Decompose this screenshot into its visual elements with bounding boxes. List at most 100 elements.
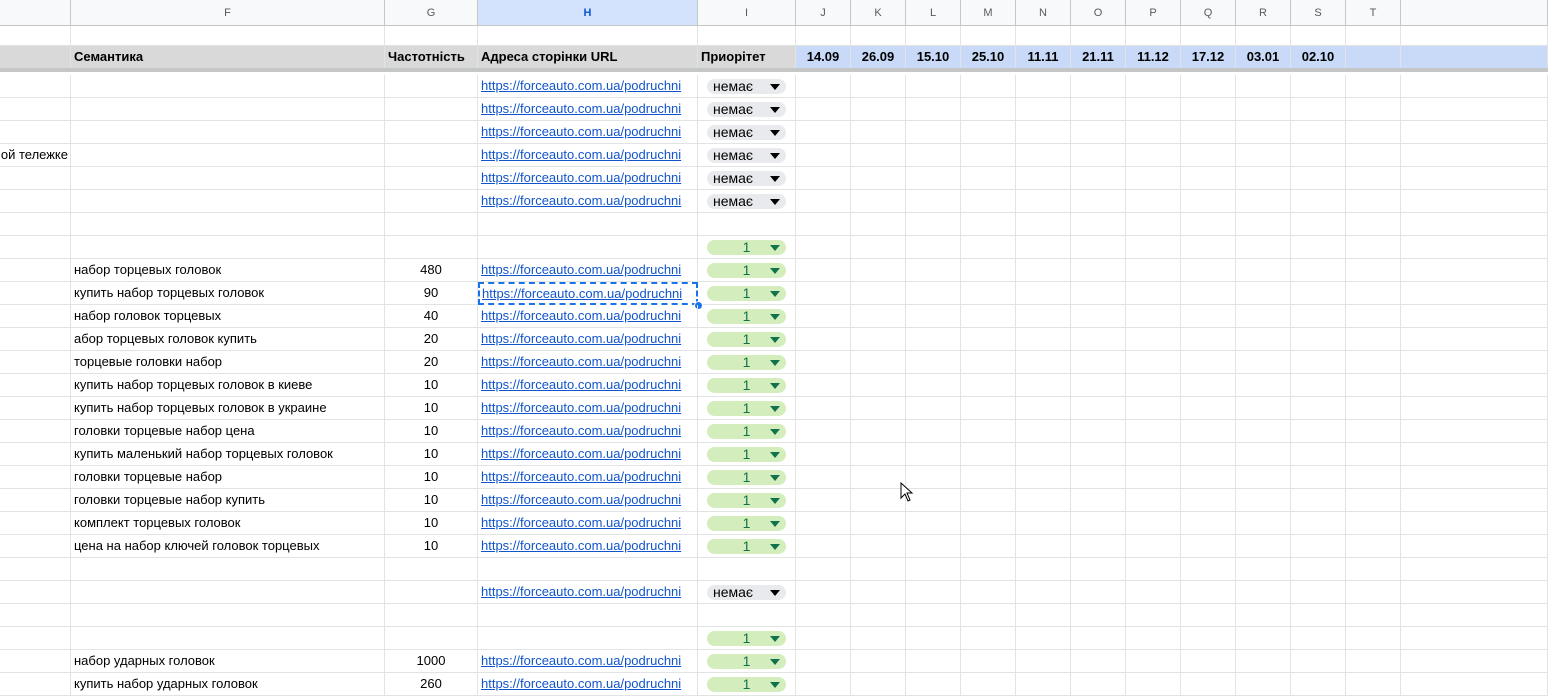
- cell[interactable]: [796, 75, 851, 98]
- cell-e[interactable]: [0, 627, 71, 650]
- priority-dropdown-chip[interactable]: 1: [707, 516, 786, 531]
- url-link[interactable]: https://forceauto.com.ua/podruchni: [481, 446, 681, 461]
- cell[interactable]: [1181, 305, 1236, 328]
- cell[interactable]: [906, 328, 961, 351]
- priority-dropdown-chip[interactable]: немає: [707, 102, 786, 117]
- cell[interactable]: [796, 121, 851, 144]
- cell[interactable]: [906, 420, 961, 443]
- cell-e[interactable]: [0, 328, 71, 351]
- priority-cell[interactable]: немає: [698, 190, 796, 213]
- cell[interactable]: [1126, 374, 1181, 397]
- frequency-cell[interactable]: [385, 167, 478, 190]
- cell[interactable]: [961, 282, 1016, 305]
- frequency-cell[interactable]: [385, 144, 478, 167]
- cell[interactable]: [1071, 351, 1126, 374]
- cell[interactable]: [1071, 374, 1126, 397]
- cell[interactable]: [1236, 489, 1291, 512]
- cell[interactable]: [1016, 351, 1071, 374]
- cell-e[interactable]: [0, 236, 71, 259]
- cell[interactable]: [1401, 581, 1548, 604]
- url-cell[interactable]: https://forceauto.com.ua/podruchni: [478, 673, 698, 696]
- cell[interactable]: [796, 144, 851, 167]
- cell[interactable]: [1291, 213, 1346, 236]
- header-url[interactable]: Адреса сторінки URL: [478, 46, 698, 69]
- cell[interactable]: [1401, 650, 1548, 673]
- cell[interactable]: [1401, 98, 1548, 121]
- cell[interactable]: [1071, 535, 1126, 558]
- cell[interactable]: [1016, 190, 1071, 213]
- cell[interactable]: [1126, 604, 1181, 627]
- frequency-cell[interactable]: [385, 581, 478, 604]
- url-cell[interactable]: https://forceauto.com.ua/podruchni: [478, 144, 698, 167]
- cell[interactable]: [1236, 650, 1291, 673]
- cell[interactable]: [1236, 581, 1291, 604]
- cell[interactable]: [961, 535, 1016, 558]
- header-cell[interactable]: [0, 46, 71, 69]
- url-link[interactable]: https://forceauto.com.ua/podruchni: [481, 147, 681, 162]
- column-header-i[interactable]: I: [698, 0, 796, 26]
- cell[interactable]: [1016, 213, 1071, 236]
- cell-e[interactable]: [0, 259, 71, 282]
- frozen-rows-divider[interactable]: [0, 68, 1548, 72]
- cell[interactable]: [1346, 282, 1401, 305]
- column-header-k[interactable]: K: [851, 0, 906, 26]
- cell[interactable]: [796, 443, 851, 466]
- column-header-u[interactable]: [1401, 0, 1548, 26]
- cell[interactable]: [851, 75, 906, 98]
- cell[interactable]: [1236, 236, 1291, 259]
- cell[interactable]: [961, 443, 1016, 466]
- cell[interactable]: [851, 374, 906, 397]
- cell[interactable]: [1126, 144, 1181, 167]
- cell[interactable]: [1291, 236, 1346, 259]
- cell[interactable]: [1126, 351, 1181, 374]
- url-cell[interactable]: [478, 213, 698, 236]
- cell[interactable]: [961, 397, 1016, 420]
- cell[interactable]: [961, 489, 1016, 512]
- cell[interactable]: [796, 213, 851, 236]
- cell[interactable]: [961, 351, 1016, 374]
- cell[interactable]: [851, 558, 906, 581]
- keyword-cell[interactable]: набор головок торцевых: [71, 305, 385, 328]
- cell[interactable]: [1291, 512, 1346, 535]
- cell[interactable]: [1346, 650, 1401, 673]
- frequency-cell[interactable]: 10: [385, 489, 478, 512]
- cell[interactable]: [906, 627, 961, 650]
- column-header-p[interactable]: P: [1126, 0, 1181, 26]
- cell[interactable]: [1291, 443, 1346, 466]
- cell[interactable]: [1401, 167, 1548, 190]
- cell[interactable]: [1401, 144, 1548, 167]
- cell-e[interactable]: [0, 512, 71, 535]
- cell[interactable]: [906, 558, 961, 581]
- header-date[interactable]: 21.11: [1071, 46, 1126, 69]
- cell[interactable]: [796, 282, 851, 305]
- priority-dropdown-chip[interactable]: немає: [707, 79, 786, 94]
- priority-dropdown-chip[interactable]: немає: [707, 171, 786, 186]
- cell[interactable]: [961, 328, 1016, 351]
- cell[interactable]: [1346, 374, 1401, 397]
- frequency-cell[interactable]: [385, 627, 478, 650]
- cell[interactable]: [906, 673, 961, 696]
- frequency-cell[interactable]: 260: [385, 673, 478, 696]
- cell[interactable]: [1181, 351, 1236, 374]
- keyword-cell[interactable]: [71, 236, 385, 259]
- cell[interactable]: [1016, 489, 1071, 512]
- frequency-cell[interactable]: 1000: [385, 650, 478, 673]
- cell[interactable]: [796, 236, 851, 259]
- cell[interactable]: [1346, 213, 1401, 236]
- cell[interactable]: [1126, 673, 1181, 696]
- cell[interactable]: [1016, 581, 1071, 604]
- keyword-cell[interactable]: купить набор торцевых головок в украине: [71, 397, 385, 420]
- priority-cell[interactable]: 1: [698, 374, 796, 397]
- cell[interactable]: [961, 213, 1016, 236]
- cell[interactable]: [1346, 512, 1401, 535]
- cell[interactable]: [1346, 259, 1401, 282]
- header-cell[interactable]: [1401, 46, 1548, 69]
- cell[interactable]: [1401, 26, 1548, 46]
- cell[interactable]: [961, 650, 1016, 673]
- priority-dropdown-chip[interactable]: 1: [707, 240, 786, 255]
- cell[interactable]: [1071, 558, 1126, 581]
- header-date[interactable]: 15.10: [906, 46, 961, 69]
- cell[interactable]: [851, 98, 906, 121]
- cell-e[interactable]: [0, 489, 71, 512]
- url-cell[interactable]: https://forceauto.com.ua/podruchni: [478, 374, 698, 397]
